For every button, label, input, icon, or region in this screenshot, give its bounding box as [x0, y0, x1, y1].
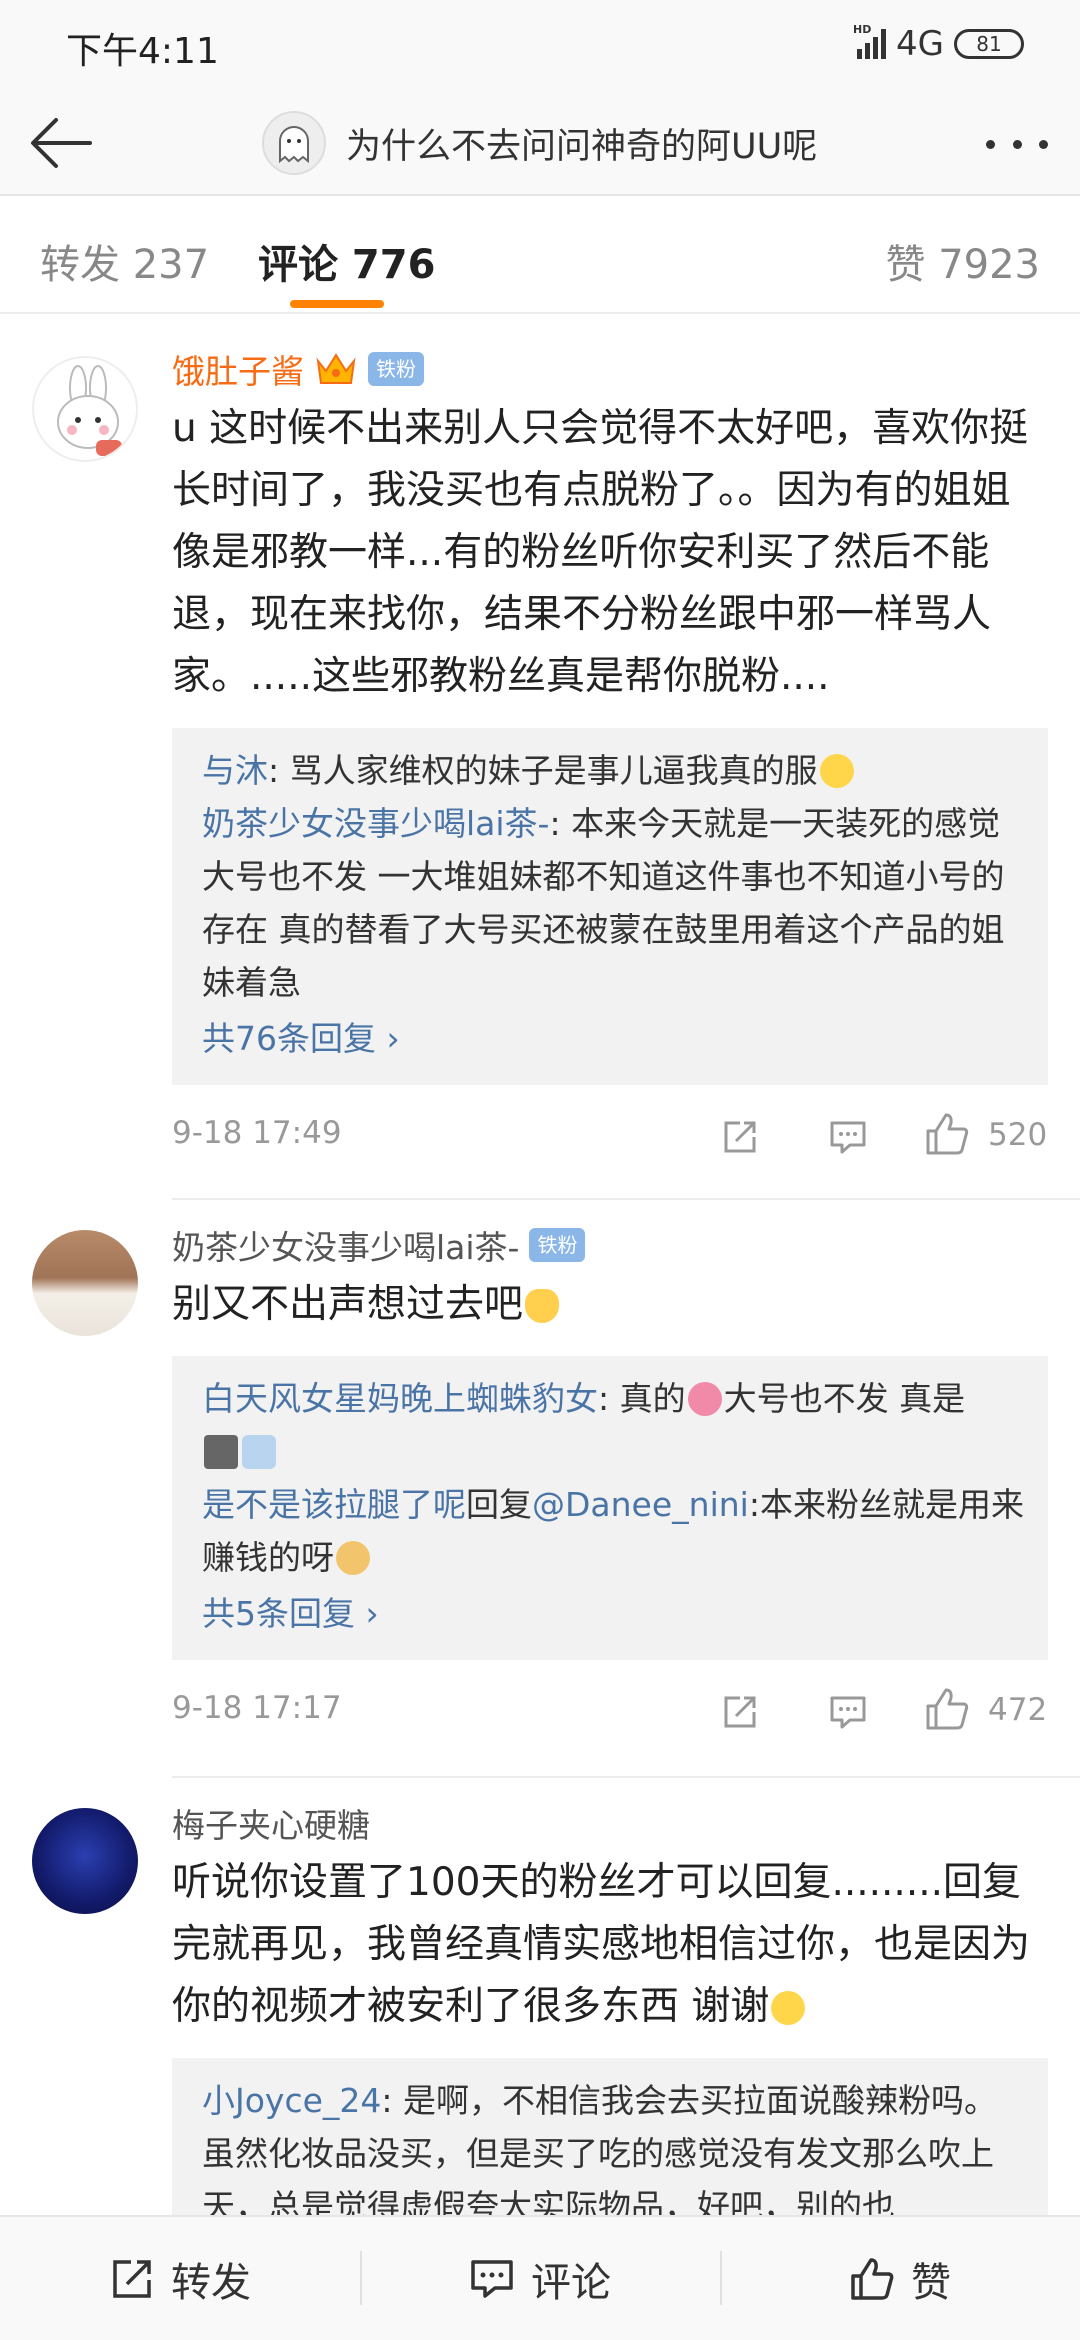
repost-icon — [113, 2259, 151, 2298]
bunny-avatar-icon — [57, 365, 122, 456]
laugh-emoji-icon — [819, 754, 854, 788]
user-avatar[interactable] — [32, 1808, 138, 1914]
tab-bar: 转发 237 评论 776 赞 7923 — [0, 196, 1080, 314]
reply-box[interactable]: 与沐: 骂人家维权的妹子是事儿逼我真的服 奶茶少女没事少喝lai茶-: 本来今天… — [172, 728, 1048, 1085]
comment-username[interactable]: 梅子夹心硬糖 — [172, 1799, 370, 1847]
comment-label: 评论 — [531, 2259, 611, 2306]
bottom-action-bar: 转发 评论 赞 — [0, 2215, 1080, 2340]
repost-icon[interactable] — [720, 1692, 760, 1732]
comment-username[interactable]: 奶茶少女没事少喝lai茶- — [172, 1221, 519, 1269]
author-avatar[interactable] — [262, 111, 326, 175]
comment-text: 别又不出声想过去吧 — [172, 1274, 1048, 1336]
thumbs-up-icon — [851, 2257, 894, 2300]
pig-emoji-icon — [687, 1382, 722, 1416]
comment-icon — [471, 2259, 513, 2298]
tab-like[interactable]: 赞 7923 — [885, 232, 1040, 290]
praying-emoji-icon — [525, 1289, 560, 1323]
divider — [172, 1776, 1080, 1778]
back-arrow-icon[interactable] — [24, 108, 98, 178]
user-avatar[interactable] — [32, 1230, 138, 1336]
repost-button[interactable]: 转发 — [0, 2217, 360, 2340]
speechless-emoji-icon — [204, 1435, 238, 1469]
comment-text: 听说你设置了100天的粉丝才可以回复.........回复完就再见，我曾经真情实… — [172, 1852, 1048, 2038]
tab-repost[interactable]: 转发 237 — [40, 232, 209, 290]
reply-connector: 回复 — [466, 1485, 532, 1524]
comment-footer: 9-18 17:49 520 — [172, 1091, 1048, 1181]
repost-label: 转发 — [171, 2259, 251, 2306]
like-count: 520 — [988, 1117, 1048, 1153]
doge-emoji-icon — [336, 1541, 370, 1575]
page-title: 为什么不去问问神奇的阿UU呢 — [346, 126, 818, 167]
reply-text: : 真的 — [598, 1379, 686, 1418]
reply-item: 小Joyce_24: 是啊，不相信我会去买拉面说酸辣粉吗。虽然化妆品没买，但是买… — [202, 2074, 1028, 2233]
comment-icon[interactable] — [828, 1117, 868, 1157]
view-more-replies-link[interactable]: 共5条回复 › — [202, 1588, 1028, 1640]
user-avatar[interactable] — [32, 356, 138, 462]
smile-emoji-icon — [771, 1991, 806, 2025]
comment-button[interactable]: 评论 — [360, 2217, 720, 2340]
active-tab-indicator — [290, 300, 384, 308]
reply-item: 白天风女星妈晚上蜘蛛豹女: 真的 大号也不发 真是 — [202, 1372, 1028, 1478]
divider — [172, 1198, 1080, 1200]
reply-username[interactable]: 奶茶少女没事少喝lai茶- — [202, 804, 549, 843]
reply-username[interactable]: 白天风女星妈晚上蜘蛛豹女 — [202, 1379, 598, 1418]
view-more-replies-link[interactable]: 共76条回复 › — [202, 1013, 1028, 1065]
reply-item: 与沐: 骂人家维权的妹子是事儿逼我真的服 — [202, 744, 1028, 797]
reply-box[interactable]: 白天风女星妈晚上蜘蛛豹女: 真的 大号也不发 真是 是不是该拉腿了呢回复@Dane… — [172, 1356, 1048, 1660]
comment-body: 奶茶少女没事少喝lai茶- 铁粉 别又不出声想过去吧 白天风女星妈晚上蜘蛛豹女:… — [172, 1222, 1048, 1756]
reply-text-cont: 大号也不发 真是 — [723, 1379, 966, 1418]
comment-text: u 这时候不出来别人只会觉得不太好吧，喜欢你挺长时间了，我没买也有点脱粉了。。因… — [172, 406, 1029, 699]
comment-time: 9-18 17:49 — [172, 1115, 342, 1151]
repost-icon[interactable] — [720, 1117, 760, 1157]
battery-icon: 81 — [954, 29, 1024, 59]
signal-icon: HD — [853, 23, 887, 59]
comment-username[interactable]: 饿肚子酱 — [172, 345, 304, 393]
reply-text: : 骂人家维权的妹子是事儿逼我真的服 — [268, 751, 818, 790]
like-button[interactable]: 赞 — [720, 2217, 1080, 2340]
comment-text-content: 别又不出声想过去吧 — [172, 1282, 524, 1327]
more-options-icon[interactable] — [980, 114, 1054, 174]
comment-icon[interactable] — [828, 1692, 868, 1732]
comment-text-content: 听说你设置了100天的粉丝才可以回复.........回复完就再见，我曾经真情实… — [172, 1860, 1031, 2029]
tab-comment[interactable]: 评论 776 — [258, 232, 435, 290]
status-indicators: HD 4G 81 — [853, 23, 1024, 64]
comment-time: 9-18 17:17 — [172, 1690, 342, 1726]
network-type: 4G — [896, 24, 944, 64]
thumbs-up-icon[interactable] — [924, 1686, 970, 1732]
post-author[interactable]: 为什么不去问问神奇的阿UU呢 — [262, 106, 817, 180]
reply-username[interactable]: 小Joyce_24 — [202, 2081, 381, 2120]
status-time: 下午4:11 — [66, 31, 219, 72]
comment-body: 饿肚子酱 铁粉 u 这时候不出来别人只会觉得不太好吧，喜欢你挺长时间了，我没买也… — [172, 346, 1048, 1181]
fan-badge: 铁粉 — [529, 1228, 586, 1262]
fan-badge: 铁粉 — [368, 352, 424, 386]
comment-footer: 9-18 17:17 472 — [172, 1666, 1048, 1756]
ghost-avatar-icon — [279, 126, 309, 164]
like-label: 赞 — [911, 2259, 951, 2306]
reply-item: 是不是该拉腿了呢回复@Danee_nini:本来粉丝就是用来赚钱的呀 — [202, 1478, 1028, 1584]
reply-item: 奶茶少女没事少喝lai茶-: 本来今天就是一天装死的感觉 大号也不发 一大堆姐妹… — [202, 797, 1028, 1009]
thumbs-up-icon[interactable] — [924, 1111, 970, 1157]
reply-username[interactable]: 是不是该拉腿了呢 — [202, 1485, 466, 1524]
nav-bar: 为什么不去问问神奇的阿UU呢 — [0, 90, 1080, 196]
battery-level: 81 — [976, 32, 1002, 56]
status-bar: 下午4:11 HD 4G 81 — [0, 0, 1080, 90]
reply-username[interactable]: 与沐 — [202, 751, 268, 790]
mention-link[interactable]: @Danee_nini — [532, 1485, 749, 1524]
vip-crown-icon — [316, 353, 356, 384]
rain-emoji-icon — [242, 1435, 276, 1469]
like-count: 472 — [988, 1692, 1048, 1728]
